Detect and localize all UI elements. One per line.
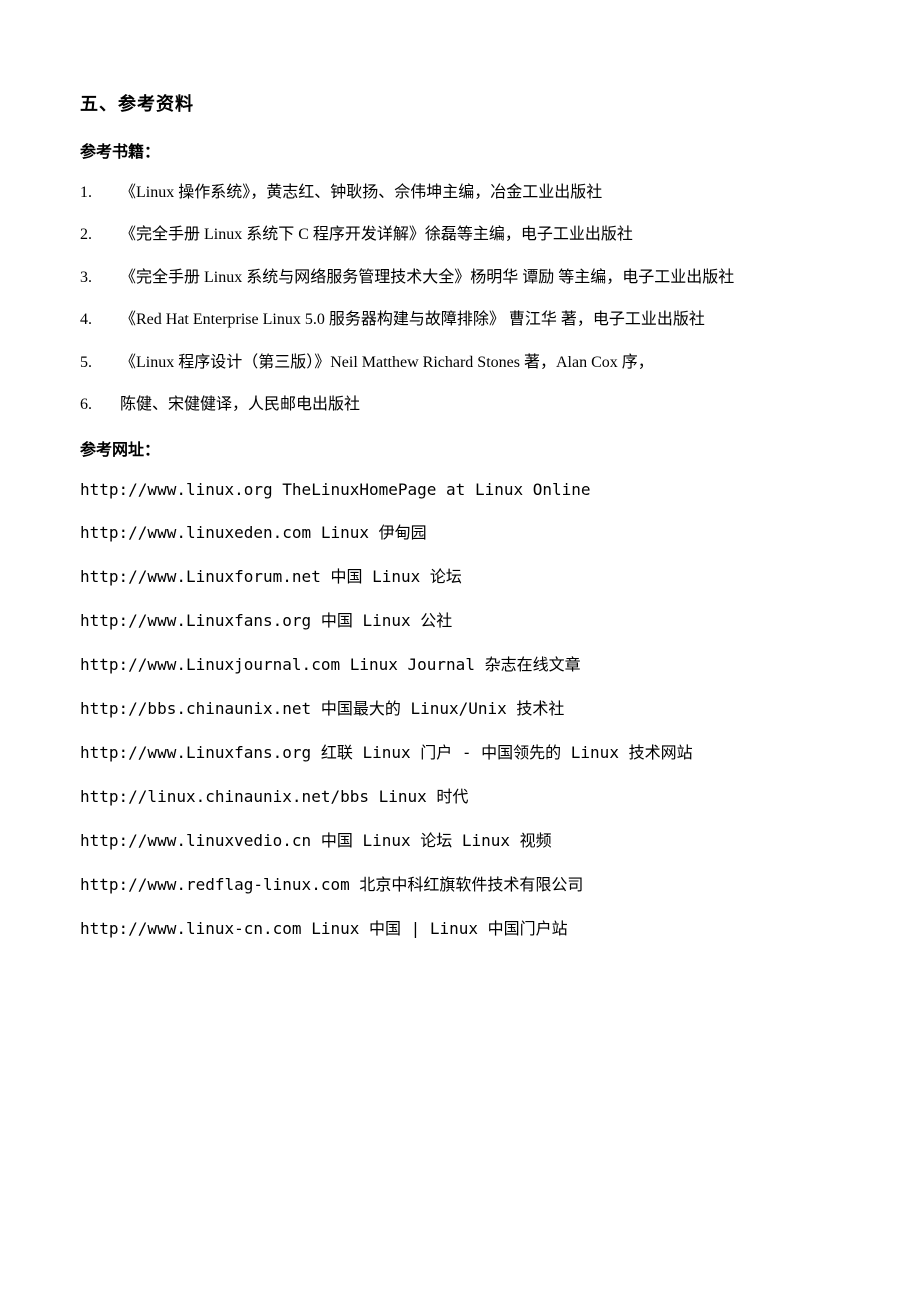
list-text: 《Linux 程序设计（第三版）》Neil Matthew Richard St… [120,352,840,374]
list-text: 《完全手册 Linux 系统下 C 程序开发详解》徐磊等主编，电子工业出版社 [120,224,840,246]
list-number: 2. [80,224,120,246]
list-text: 《Red Hat Enterprise Linux 5.0 服务器构建与故障排除… [120,309,840,331]
url-line: http://bbs.chinaunix.net 中国最大的 Linux/Uni… [80,695,840,719]
list-number: 1. [80,182,120,204]
url-line: http://linux.chinaunix.net/bbs Linux 时代 [80,783,840,807]
url-list: http://www.linux.org TheLinuxHomePage at… [80,480,840,939]
list-item: 1. 《Linux 操作系统》，黄志红、钟耿扬、佘伟坤主编，冶金工业出版社 [80,182,840,204]
url-line: http://www.Linuxfans.org 中国 Linux 公社 [80,607,840,631]
url-line: http://www.Linuxforum.net 中国 Linux 论坛 [80,563,840,587]
url-line: http://www.Linuxfans.org 红联 Linux 门户 - 中… [80,739,840,763]
list-text: 陈健、宋健健译，人民邮电出版社 [120,394,840,416]
list-item: 5. 《Linux 程序设计（第三版）》Neil Matthew Richard… [80,352,840,374]
list-number: 3. [80,267,120,289]
list-text: 《完全手册 Linux 系统与网络服务管理技术大全》杨明华 谭励 等主编，电子工… [120,267,840,289]
document-page: 五、参考资料 参考书籍： 1. 《Linux 操作系统》，黄志红、钟耿扬、佘伟坤… [0,0,920,1019]
list-item: 4. 《Red Hat Enterprise Linux 5.0 服务器构建与故… [80,309,840,331]
subheading-urls: 参考网址： [80,436,840,460]
list-number: 6. [80,394,120,416]
url-line: http://www.linuxeden.com Linux 伊甸园 [80,519,840,543]
url-line: http://www.Linuxjournal.com Linux Journa… [80,651,840,675]
list-text: 《Linux 操作系统》，黄志红、钟耿扬、佘伟坤主编，冶金工业出版社 [120,182,840,204]
subheading-books: 参考书籍： [80,138,840,162]
url-line: http://www.linuxvedio.cn 中国 Linux 论坛 Lin… [80,827,840,851]
url-line: http://www.linux.org TheLinuxHomePage at… [80,480,840,499]
url-line: http://www.redflag-linux.com 北京中科红旗软件技术有… [80,871,840,895]
list-item: 3. 《完全手册 Linux 系统与网络服务管理技术大全》杨明华 谭励 等主编，… [80,267,840,289]
list-item: 2. 《完全手册 Linux 系统下 C 程序开发详解》徐磊等主编，电子工业出版… [80,224,840,246]
list-item: 6. 陈健、宋健健译，人民邮电出版社 [80,394,840,416]
book-list: 1. 《Linux 操作系统》，黄志红、钟耿扬、佘伟坤主编，冶金工业出版社 2.… [80,182,840,416]
url-line: http://www.linux-cn.com Linux 中国 | Linux… [80,915,840,939]
section-title: 五、参考资料 [80,90,840,116]
list-number: 5. [80,352,120,374]
list-number: 4. [80,309,120,331]
